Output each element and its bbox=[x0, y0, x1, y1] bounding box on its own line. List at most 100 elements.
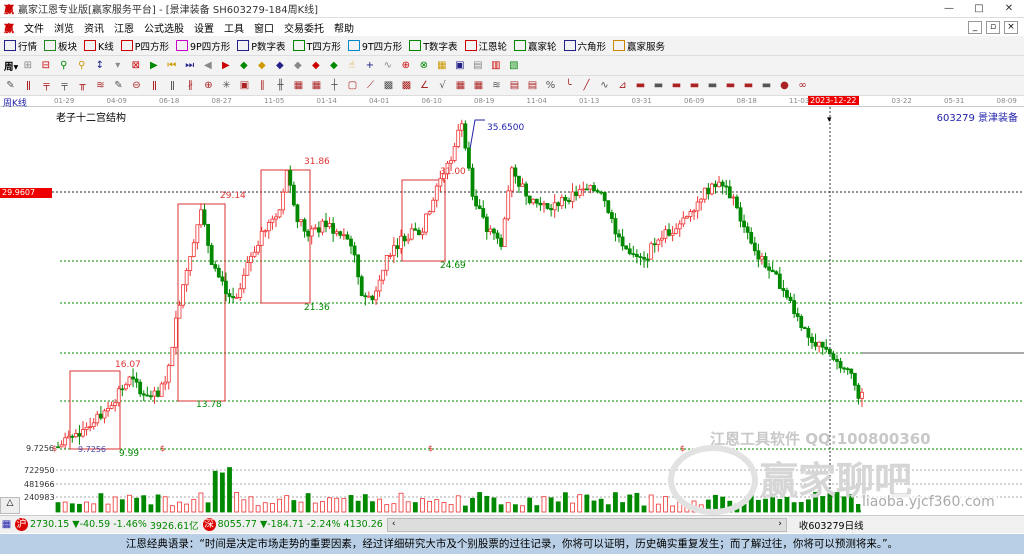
period-select[interactable]: 周▾ bbox=[4, 59, 18, 73]
toolbar-TS-button[interactable]: T四方形 bbox=[292, 39, 341, 53]
tool-13-icon[interactable]: ◆ bbox=[255, 59, 268, 72]
toolbar-grid-button[interactable]: 行情 bbox=[4, 39, 37, 53]
tool-0-icon[interactable]: ⊞ bbox=[21, 59, 34, 72]
toolbar-hex-button[interactable]: 六角形 bbox=[563, 39, 606, 53]
gann-tool-21-icon[interactable]: ▩ bbox=[382, 79, 395, 92]
toolbar-wheel-button[interactable]: 江恩轮 bbox=[464, 39, 507, 53]
tool-19-icon[interactable]: + bbox=[363, 59, 376, 72]
tool-3-icon[interactable]: ⚲ bbox=[75, 59, 88, 72]
gann-tool-5-icon[interactable]: ≋ bbox=[94, 79, 107, 92]
menu-window[interactable]: 窗口 bbox=[254, 20, 274, 35]
gann-tool-2-icon[interactable]: ╤ bbox=[40, 79, 53, 92]
expand-panel-button[interactable]: △ bbox=[0, 497, 20, 514]
minimize-button[interactable]: — bbox=[934, 3, 964, 14]
toolbar-candles-button[interactable]: K线 bbox=[84, 39, 114, 53]
gann-tool-6-icon[interactable]: ✎ bbox=[112, 79, 125, 92]
gann-tool-24-icon[interactable]: √ bbox=[436, 79, 449, 92]
menu-help[interactable]: 帮助 bbox=[334, 20, 354, 35]
tool-15-icon[interactable]: ◆ bbox=[291, 59, 304, 72]
tool-4-icon[interactable]: ↕ bbox=[93, 59, 106, 72]
maximize-button[interactable]: □ bbox=[964, 3, 994, 14]
gann-tool-9-icon[interactable]: ǁ bbox=[166, 79, 179, 92]
gann-tool-14-icon[interactable]: ∥ bbox=[256, 79, 269, 92]
tool-27-icon[interactable]: ▧ bbox=[507, 59, 520, 72]
tool-6-icon[interactable]: ⊠ bbox=[129, 59, 142, 72]
tool-2-icon[interactable]: ⚲ bbox=[57, 59, 70, 72]
gann-tool-7-icon[interactable]: ⊖ bbox=[130, 79, 143, 92]
gann-tool-39-icon[interactable]: ▬ bbox=[706, 79, 719, 92]
mdi-restore-button[interactable]: ▫ bbox=[986, 20, 1000, 34]
menu-formula[interactable]: 公式选股 bbox=[144, 20, 184, 35]
gann-tool-34-icon[interactable]: ⊿ bbox=[616, 79, 629, 92]
tool-8-icon[interactable]: ⏮ bbox=[165, 59, 178, 72]
gann-tool-44-icon[interactable]: ∞ bbox=[796, 79, 809, 92]
gann-tool-3-icon[interactable]: ╤ bbox=[58, 79, 71, 92]
gann-tool-15-icon[interactable]: ╫ bbox=[274, 79, 287, 92]
gann-tool-35-icon[interactable]: ▬ bbox=[634, 79, 647, 92]
gann-tool-25-icon[interactable]: ▦ bbox=[454, 79, 467, 92]
gann-tool-26-icon[interactable]: ▦ bbox=[472, 79, 485, 92]
tool-14-icon[interactable]: ◆ bbox=[273, 59, 286, 72]
toolbar-P9-button[interactable]: 9P四方形 bbox=[176, 39, 230, 53]
gann-tool-30-icon[interactable]: % bbox=[544, 79, 557, 92]
gann-tool-13-icon[interactable]: ▣ bbox=[238, 79, 251, 92]
toolbar-dollar-button[interactable]: 赢家服务 bbox=[613, 39, 665, 53]
menu-settings[interactable]: 设置 bbox=[194, 20, 214, 35]
gann-tool-4-icon[interactable]: ╥ bbox=[76, 79, 89, 92]
gann-tool-8-icon[interactable]: ǁ bbox=[148, 79, 161, 92]
gann-tool-40-icon[interactable]: ▬ bbox=[724, 79, 737, 92]
gann-tool-43-icon[interactable]: ● bbox=[778, 79, 791, 92]
tool-5-icon[interactable]: ▾ bbox=[111, 59, 124, 72]
menu-gann[interactable]: 江恩 bbox=[114, 20, 134, 35]
gann-tool-19-icon[interactable]: ▢ bbox=[346, 79, 359, 92]
gann-tool-38-icon[interactable]: ▬ bbox=[688, 79, 701, 92]
calc-icon[interactable]: ▦ bbox=[0, 518, 13, 531]
gann-tool-37-icon[interactable]: ▬ bbox=[670, 79, 683, 92]
tool-16-icon[interactable]: ◆ bbox=[309, 59, 322, 72]
gann-tool-1-icon[interactable]: ǁ bbox=[22, 79, 35, 92]
gann-tool-28-icon[interactable]: ▤ bbox=[508, 79, 521, 92]
toolbar-TN-button[interactable]: T数字表 bbox=[409, 39, 458, 53]
tool-23-icon[interactable]: ▦ bbox=[435, 59, 448, 72]
gann-tool-22-icon[interactable]: ▩ bbox=[400, 79, 413, 92]
menu-tools[interactable]: 工具 bbox=[224, 20, 244, 35]
tool-25-icon[interactable]: ▤ bbox=[471, 59, 484, 72]
gann-tool-23-icon[interactable]: ∠ bbox=[418, 79, 431, 92]
tool-22-icon[interactable]: ⊗ bbox=[417, 59, 430, 72]
tool-24-icon[interactable]: ▣ bbox=[453, 59, 466, 72]
tool-18-icon[interactable]: ☝ bbox=[345, 59, 358, 72]
gann-tool-36-icon[interactable]: ▬ bbox=[652, 79, 665, 92]
gann-tool-42-icon[interactable]: ▬ bbox=[760, 79, 773, 92]
menu-info[interactable]: 资讯 bbox=[84, 20, 104, 35]
gann-tool-16-icon[interactable]: ▦ bbox=[292, 79, 305, 92]
toolbar-PN-button[interactable]: P数字表 bbox=[237, 39, 286, 53]
mdi-minimize-button[interactable]: _ bbox=[968, 20, 982, 34]
gann-tool-18-icon[interactable]: ┼ bbox=[328, 79, 341, 92]
gann-tool-31-icon[interactable]: ╰ bbox=[562, 79, 575, 92]
tool-17-icon[interactable]: ◆ bbox=[327, 59, 340, 72]
tool-12-icon[interactable]: ◆ bbox=[237, 59, 250, 72]
gann-tool-17-icon[interactable]: ▦ bbox=[310, 79, 323, 92]
toolbar-PS-button[interactable]: P四方形 bbox=[120, 39, 169, 53]
toolbar-wheel2-button[interactable]: 赢家轮 bbox=[514, 39, 557, 53]
tool-20-icon[interactable]: ∿ bbox=[381, 59, 394, 72]
gann-tool-12-icon[interactable]: ✳ bbox=[220, 79, 233, 92]
tool-9-icon[interactable]: ⏭ bbox=[183, 59, 196, 72]
menu-trade[interactable]: 交易委托 bbox=[284, 20, 324, 35]
gann-tool-10-icon[interactable]: ∦ bbox=[184, 79, 197, 92]
gann-tool-32-icon[interactable]: ╱ bbox=[580, 79, 593, 92]
horizontal-scrollbar[interactable]: ‹ › bbox=[386, 517, 787, 532]
gann-tool-29-icon[interactable]: ▤ bbox=[526, 79, 539, 92]
tool-26-icon[interactable]: ▥ bbox=[489, 59, 502, 72]
toolbar-T9-button[interactable]: 9T四方形 bbox=[347, 39, 402, 53]
menu-browse[interactable]: 浏览 bbox=[54, 20, 74, 35]
close-button[interactable]: ✕ bbox=[994, 3, 1024, 14]
gann-tool-20-icon[interactable]: ⟋ bbox=[364, 79, 377, 92]
gann-tool-27-icon[interactable]: ≋ bbox=[490, 79, 503, 92]
tool-11-icon[interactable]: ▶ bbox=[219, 59, 232, 72]
gann-tool-41-icon[interactable]: ▬ bbox=[742, 79, 755, 92]
tool-7-icon[interactable]: ▶ bbox=[147, 59, 160, 72]
gann-tool-33-icon[interactable]: ∿ bbox=[598, 79, 611, 92]
mdi-close-button[interactable]: × bbox=[1004, 20, 1018, 34]
tool-10-icon[interactable]: ◀ bbox=[201, 59, 214, 72]
